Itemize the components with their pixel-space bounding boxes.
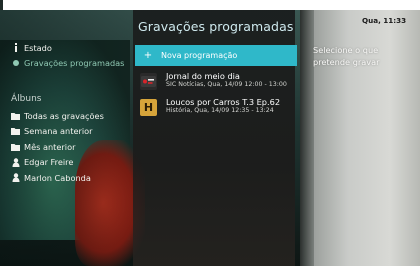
sidebar-item-label: Gravações programadas [24, 58, 125, 69]
hint-line: pretende gravar [313, 57, 380, 67]
historia-logo: H [140, 99, 157, 116]
album-item-label: Edgar Freire [24, 157, 74, 168]
folder-icon [11, 142, 20, 151]
clock: Qua, 11:33 [362, 16, 407, 25]
info-icon [11, 43, 20, 53]
recording-title: Loucos por Carros T.3 Ep.62 [166, 97, 281, 107]
sic-noticias-logo [140, 73, 157, 90]
person-icon [11, 158, 20, 167]
recording-item-jornal[interactable]: Jornal do meio dia SIC Notícias, Qua, 14… [140, 71, 287, 97]
recording-subtitle: História, Qua, 14/09 12:35 - 13:24 [166, 107, 274, 114]
sidebar-item-label: Estado [24, 42, 52, 53]
album-item-mes-anterior[interactable]: Mês anterior [11, 139, 104, 155]
top-strip [0, 0, 420, 10]
person-icon [11, 173, 20, 183]
top-strip-edge [0, 0, 3, 10]
album-item-label: Mês anterior [24, 141, 76, 152]
album-item-semana-anterior[interactable]: Semana anterior [11, 124, 104, 140]
albums-heading: Álbuns [11, 94, 42, 104]
album-item-todas-gravacoes[interactable]: Todas as gravações [11, 108, 104, 124]
sidebar-item-estado[interactable]: Estado [11, 40, 124, 56]
albums-list: Todas as gravações Semana anterior Mês a… [11, 108, 104, 186]
hint-text: Selecione o que pretende gravar [313, 44, 380, 68]
sidebar-item-gravacoes-programadas[interactable]: Gravações programadas [11, 56, 124, 72]
sidebar-menu: Estado Gravações programadas [11, 40, 124, 71]
album-item-label: Marlon Cabonda [24, 172, 91, 183]
new-recording-button[interactable]: + Nova programação [135, 45, 297, 66]
panel-title: Gravações programadas [138, 19, 294, 34]
album-item-label: Todas as gravações [24, 110, 104, 121]
recording-item-loucos-por-carros[interactable]: H Loucos por Carros T.3 Ep.62 História, … [140, 97, 280, 123]
folder-icon [11, 127, 20, 136]
album-item-label: Semana anterior [24, 126, 93, 137]
record-icon [11, 59, 20, 68]
recording-title: Jornal do meio dia [166, 71, 240, 81]
background-wall [300, 0, 420, 266]
hint-line: Selecione o que [313, 45, 379, 55]
background-door-edge [300, 0, 314, 266]
album-item-edgar-freire[interactable]: Edgar Freire [11, 155, 104, 171]
album-item-marlon-cabonda[interactable]: Marlon Cabonda [11, 170, 104, 186]
plus-icon: + [143, 50, 153, 61]
folder-icon [11, 111, 20, 120]
recording-subtitle: SIC Notícias, Qua, 14/09 12:00 - 13:00 [166, 81, 287, 88]
new-recording-label: Nova programação [161, 51, 238, 60]
tv-screen: Estado Gravações programadas Álbuns Toda… [0, 0, 420, 266]
